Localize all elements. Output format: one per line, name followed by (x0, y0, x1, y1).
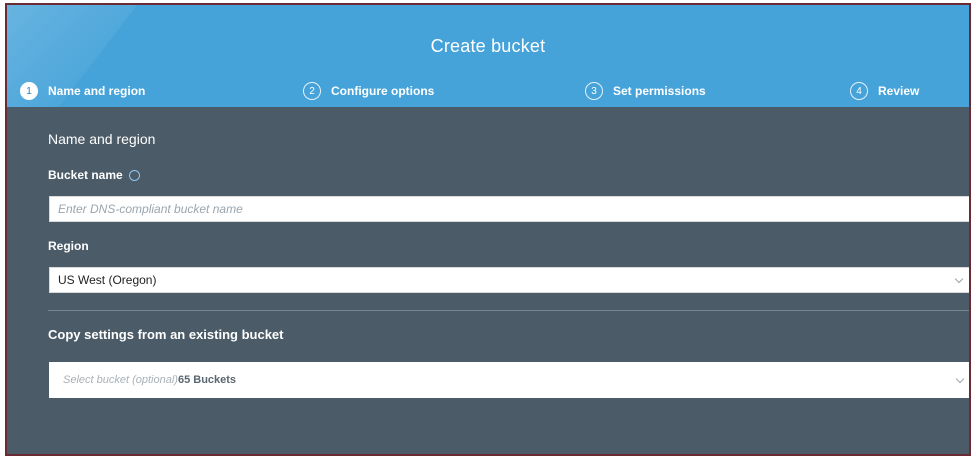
wizard-steps: 1 Name and region 2 Configure options 3 … (7, 75, 969, 107)
bucket-name-label: Bucket name (48, 168, 140, 182)
dialog-content: Name and region Bucket name Region US We… (7, 107, 969, 454)
section-title: Name and region (48, 131, 156, 147)
info-icon[interactable] (128, 169, 140, 181)
region-selected-value: US West (Oregon) (58, 273, 157, 287)
step-label-review: Review (878, 84, 920, 98)
bucket-name-input[interactable] (58, 197, 969, 221)
copy-settings-placeholder: Select bucket (optional) (63, 374, 178, 386)
bucket-name-label-text: Bucket name (48, 168, 123, 182)
dialog-title: Create bucket (430, 36, 546, 56)
region-select[interactable]: US West (Oregon) (49, 267, 969, 293)
step-number-1: 1 (20, 82, 38, 100)
step-configure-options[interactable]: 2 Configure options (303, 75, 434, 107)
dialog-header: Create bucket 1 Name and region 2 Config… (7, 5, 969, 107)
copy-settings-select[interactable]: Select bucket (optional) 65 Buckets (49, 362, 969, 398)
step-label-name-and-region: Name and region (48, 84, 146, 98)
step-number-3: 3 (585, 82, 603, 100)
step-number-4: 4 (850, 82, 868, 100)
step-label-set-permissions: Set permissions (613, 84, 706, 98)
step-review[interactable]: 4 Review (850, 75, 919, 107)
chevron-down-icon (954, 274, 964, 284)
bucket-name-field[interactable] (49, 196, 969, 222)
step-number-2: 2 (303, 82, 321, 100)
step-set-permissions[interactable]: 3 Set permissions (585, 75, 706, 107)
copy-settings-title: Copy settings from an existing bucket (48, 327, 284, 342)
create-bucket-dialog: Create bucket 1 Name and region 2 Config… (5, 3, 971, 456)
bucket-count: 65 Buckets (177, 374, 237, 386)
region-label: Region (48, 239, 89, 253)
step-label-configure-options: Configure options (331, 84, 435, 98)
section-divider (48, 310, 969, 311)
chevron-down-icon (955, 374, 965, 384)
step-name-and-region[interactable]: 1 Name and region (20, 75, 145, 107)
